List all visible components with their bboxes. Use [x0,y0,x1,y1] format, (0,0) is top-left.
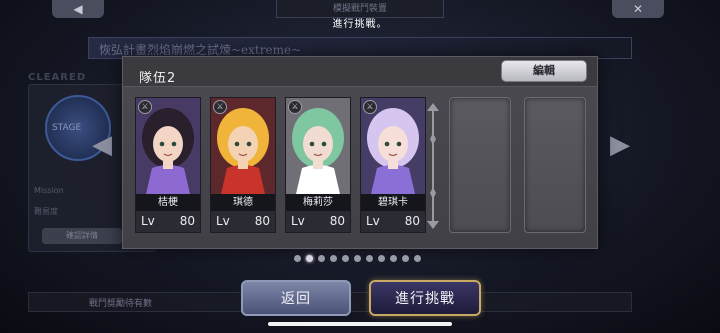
level-label: Lv [141,214,155,228]
sword-icon: ⚔ [213,100,227,114]
arrow-left-icon: ◀ [73,2,83,16]
page-dot[interactable] [354,255,361,262]
confirm-details-button[interactable]: 確認詳情 [42,228,122,244]
stage-label: STAGE [52,123,82,133]
sword-icon: ⚔ [138,100,152,114]
page-dot[interactable] [390,255,397,262]
top-banner-text: 模擬戰鬥裝置 [332,4,387,14]
page-dot[interactable] [342,255,349,262]
back-button[interactable]: 返回 [241,280,351,316]
level-label: Lv [291,214,305,228]
cleared-label: CLEARED [28,72,87,83]
level-row: Lv 80 [361,211,425,232]
sword-icon: ⚔ [363,100,377,114]
next-stage-arrow-icon[interactable]: ▶ [610,130,630,160]
party-member-card[interactable]: ⚔ 桔梗 Lv 80 [135,97,201,233]
page-indicator [294,255,421,262]
character-name: 梅莉莎 [286,194,350,211]
level-row: Lv 80 [136,211,200,232]
level-row: Lv 80 [286,211,350,232]
level-row: Lv 80 [211,211,275,232]
page-dot[interactable] [318,255,325,262]
close-corner-button[interactable]: ✕ [612,0,664,18]
page-dot[interactable] [306,255,313,262]
page-dot[interactable] [378,255,385,262]
page-dot[interactable] [402,255,409,262]
swap-handle-icon[interactable] [427,103,439,229]
party-member-card[interactable]: ⚔ 碧琪卡 Lv 80 [360,97,426,233]
character-name: 桔梗 [136,194,200,211]
page-dot[interactable] [366,255,373,262]
empty-party-slot[interactable] [449,97,511,233]
level-value: 80 [404,214,420,228]
empty-party-slot[interactable] [524,97,586,233]
start-challenge-button[interactable]: 進行挑戰 [369,280,481,316]
party-member-card[interactable]: ⚔ 琪德 Lv 80 [210,97,276,233]
party-member-card[interactable]: ⚔ 梅莉莎 Lv 80 [285,97,351,233]
top-subtitle: 進行挑戰。 [332,19,388,30]
edit-party-button[interactable]: 編輯 [501,60,587,82]
page-dot[interactable] [330,255,337,262]
level-value: 80 [329,214,345,228]
party-modal: 隊伍2 編輯 ⚔ 桔梗 Lv 80 ⚔ 琪德 Lv 80 ⚔ 梅莉莎 Lv 80 ⚔ 碧琪卡 Lv 80 [123,57,597,248]
character-name: 碧琪卡 [361,194,425,211]
page-dot[interactable] [294,255,301,262]
sword-icon: ⚔ [288,100,302,114]
character-name: 琪德 [211,194,275,211]
level-label: Lv [216,214,230,228]
level-value: 80 [179,214,195,228]
back-corner-button[interactable]: ◀ [52,0,104,18]
difficulty-label: 難易度 [34,207,58,216]
level-value: 80 [254,214,270,228]
mission-label: Mission [34,186,64,195]
prev-stage-arrow-icon[interactable]: ◀ [92,130,112,160]
home-indicator [268,322,452,326]
reward-text: 戰鬥獎勵待有數 [89,299,153,309]
level-label: Lv [366,214,380,228]
page-dot[interactable] [414,255,421,262]
party-title: 隊伍2 [139,71,177,86]
stage-title: 恢弘計畫烈焰崩燃之試煉~extreme~ [88,37,632,59]
close-icon: ✕ [632,2,644,16]
